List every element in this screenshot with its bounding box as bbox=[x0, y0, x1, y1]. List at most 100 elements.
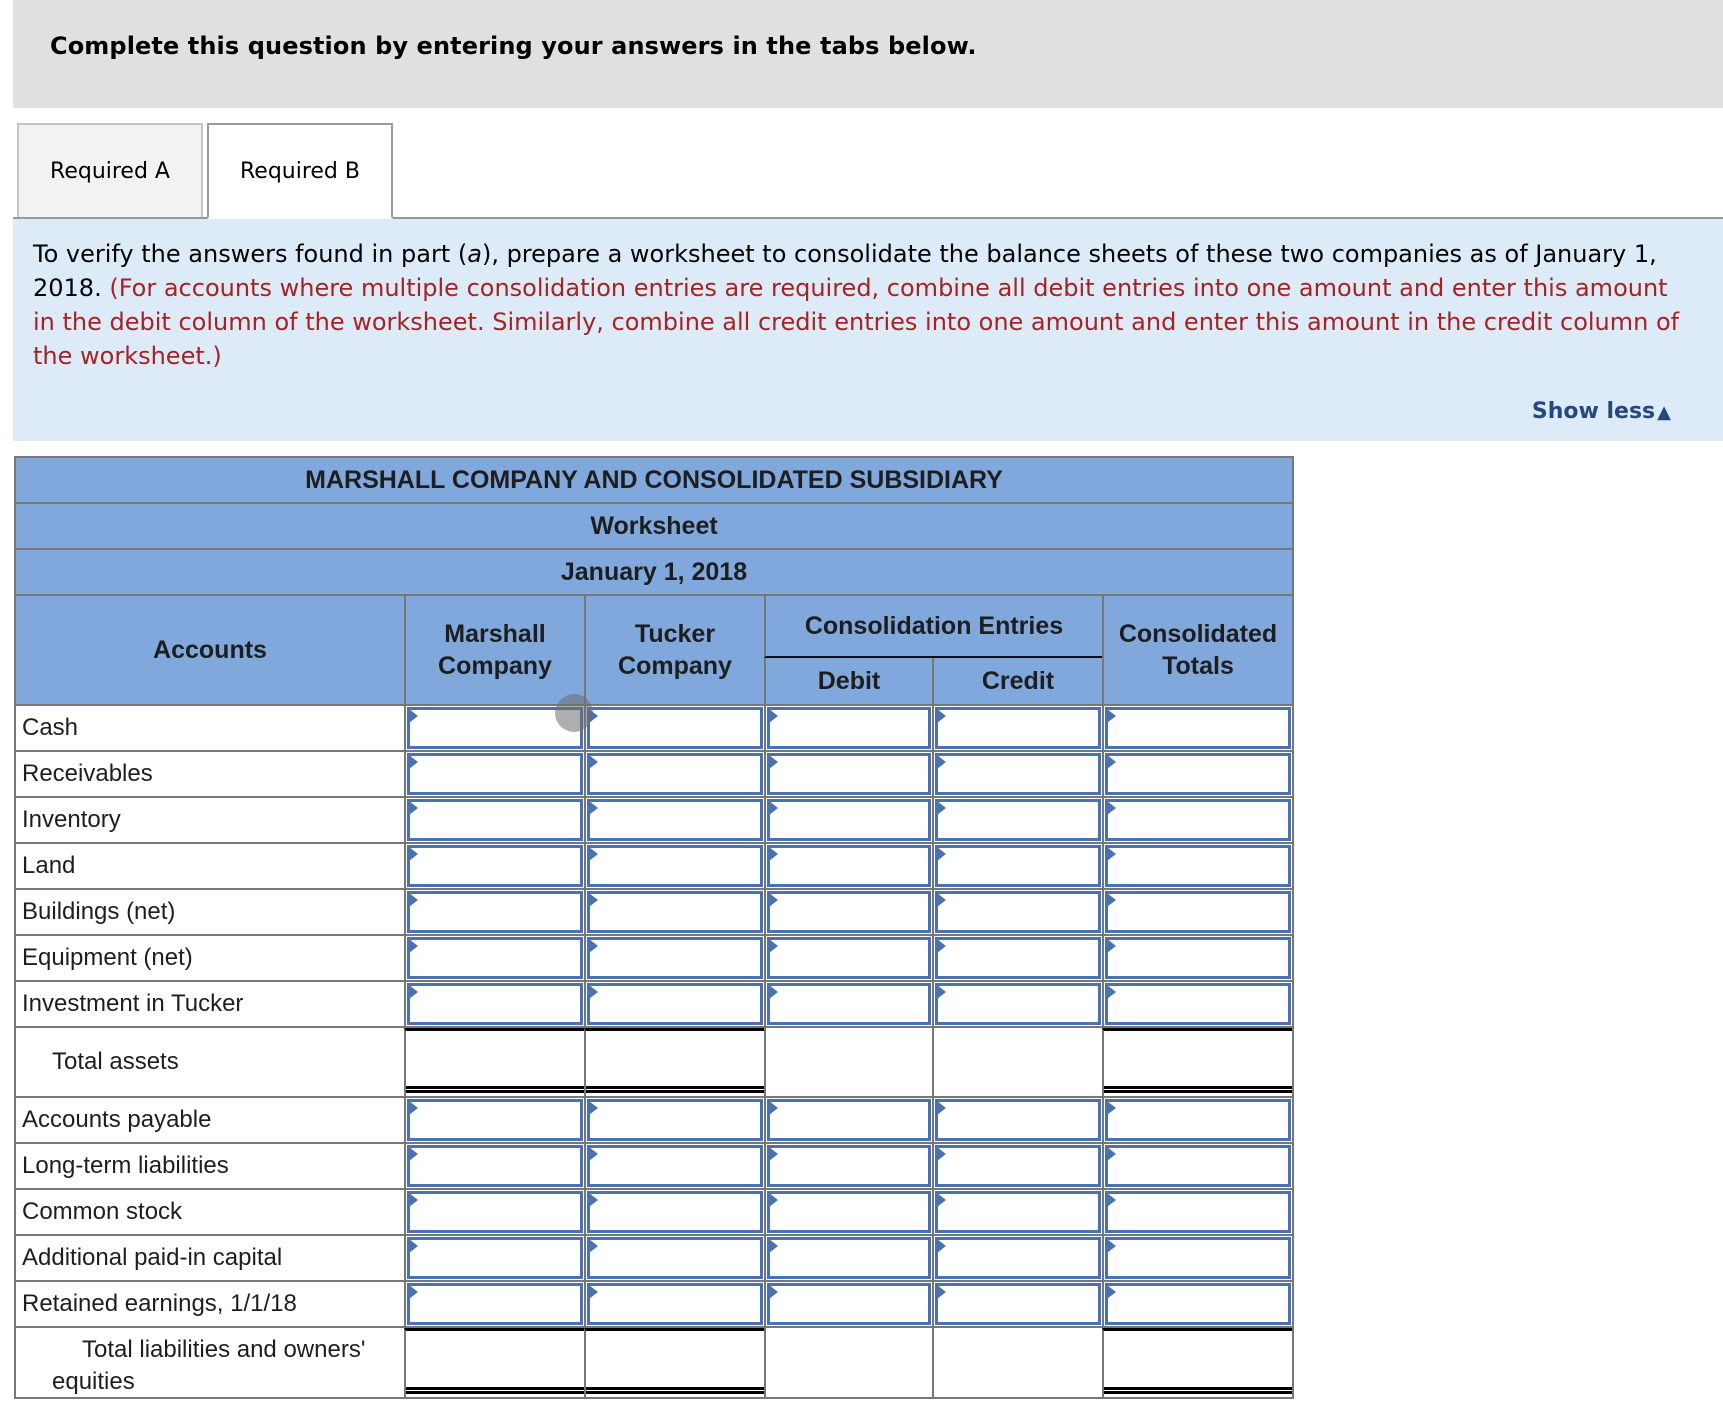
credit-cell bbox=[932, 752, 1102, 796]
table-row: Accounts payable bbox=[14, 1098, 1294, 1144]
marshall-input[interactable] bbox=[407, 1099, 583, 1141]
tucker-input[interactable] bbox=[587, 1283, 763, 1325]
debit-input[interactable] bbox=[767, 1191, 931, 1233]
tucker-input[interactable] bbox=[587, 1145, 763, 1187]
tucker-cell bbox=[584, 844, 764, 888]
marshall-input[interactable] bbox=[407, 891, 583, 933]
account-label: Receivables bbox=[22, 760, 153, 787]
tab-required-b[interactable]: Required B bbox=[207, 123, 393, 219]
tucker-input[interactable] bbox=[587, 1237, 763, 1279]
account-label: Additional paid-in capital bbox=[22, 1244, 283, 1271]
marshall-cell bbox=[404, 1282, 584, 1326]
tucker-input[interactable] bbox=[587, 983, 763, 1025]
total-assets-marshall bbox=[404, 1028, 584, 1096]
tab-required-a[interactable]: Required A bbox=[17, 123, 203, 217]
debit-input[interactable] bbox=[767, 707, 931, 749]
credit-input[interactable] bbox=[935, 753, 1101, 795]
consolidated-cell bbox=[1102, 706, 1292, 750]
table-row: Buildings (net) bbox=[14, 890, 1294, 936]
marshall-input[interactable] bbox=[407, 1145, 583, 1187]
consolidated-input[interactable] bbox=[1105, 937, 1291, 979]
account-label: Cash bbox=[22, 714, 79, 741]
total-liabilities-consolidated bbox=[1102, 1328, 1292, 1397]
header-consolidation-entries: Consolidation Entries bbox=[764, 596, 1102, 658]
account-label: Inventory bbox=[22, 806, 121, 833]
tucker-input[interactable] bbox=[587, 799, 763, 841]
account-label: Investment in Tucker bbox=[22, 990, 244, 1017]
debit-input[interactable] bbox=[767, 1237, 931, 1279]
debit-input[interactable] bbox=[767, 845, 931, 887]
consolidated-input[interactable] bbox=[1105, 799, 1291, 841]
debit-input[interactable] bbox=[767, 1099, 931, 1141]
consolidated-input[interactable] bbox=[1105, 845, 1291, 887]
marshall-cell bbox=[404, 1098, 584, 1142]
liability-rows: Accounts payable Long-term liabilities Com… bbox=[14, 1098, 1294, 1328]
credit-input[interactable] bbox=[935, 937, 1101, 979]
marshall-input[interactable] bbox=[407, 707, 583, 749]
debit-input[interactable] bbox=[767, 799, 931, 841]
consolidated-input[interactable] bbox=[1105, 1237, 1291, 1279]
tucker-input[interactable] bbox=[587, 753, 763, 795]
consolidated-input[interactable] bbox=[1105, 707, 1291, 749]
instructions-note: (For accounts where multiple consolidati… bbox=[33, 274, 1680, 370]
consolidated-input[interactable] bbox=[1105, 753, 1291, 795]
consolidated-cell bbox=[1102, 844, 1292, 888]
credit-input[interactable] bbox=[935, 1099, 1101, 1141]
debit-input[interactable] bbox=[767, 1283, 931, 1325]
marshall-cell bbox=[404, 982, 584, 1026]
credit-cell bbox=[932, 936, 1102, 980]
total-assets-row: Total assets bbox=[14, 1028, 1294, 1098]
instructions-part-letter: a bbox=[467, 240, 482, 268]
marshall-input[interactable] bbox=[407, 799, 583, 841]
consolidated-input[interactable] bbox=[1105, 891, 1291, 933]
tucker-input[interactable] bbox=[587, 937, 763, 979]
header-tucker-text: Tucker Company bbox=[618, 620, 732, 680]
credit-input[interactable] bbox=[935, 845, 1101, 887]
marshall-input[interactable] bbox=[407, 1283, 583, 1325]
consolidated-input[interactable] bbox=[1105, 983, 1291, 1025]
tucker-input[interactable] bbox=[587, 707, 763, 749]
tucker-input[interactable] bbox=[587, 891, 763, 933]
credit-input[interactable] bbox=[935, 1237, 1101, 1279]
debit-input[interactable] bbox=[767, 753, 931, 795]
credit-input[interactable] bbox=[935, 707, 1101, 749]
debit-input[interactable] bbox=[767, 983, 931, 1025]
credit-input[interactable] bbox=[935, 891, 1101, 933]
consolidated-input[interactable] bbox=[1105, 1099, 1291, 1141]
debit-cell bbox=[764, 936, 932, 980]
caret-up-icon: ▲ bbox=[1657, 402, 1671, 423]
tucker-input[interactable] bbox=[587, 1099, 763, 1141]
marshall-input[interactable] bbox=[407, 1237, 583, 1279]
debit-input[interactable] bbox=[767, 891, 931, 933]
credit-cell bbox=[932, 1236, 1102, 1280]
consolidated-input[interactable] bbox=[1105, 1283, 1291, 1325]
tucker-cell bbox=[584, 1282, 764, 1326]
debit-cell bbox=[764, 1144, 932, 1188]
total-liabilities-credit bbox=[932, 1328, 1102, 1397]
tucker-input[interactable] bbox=[587, 845, 763, 887]
credit-input[interactable] bbox=[935, 1283, 1101, 1325]
marshall-input[interactable] bbox=[407, 845, 583, 887]
credit-input[interactable] bbox=[935, 799, 1101, 841]
table-row: Long-term liabilities bbox=[14, 1144, 1294, 1190]
marshall-input[interactable] bbox=[407, 983, 583, 1025]
show-less-button[interactable]: Show less ▲ bbox=[1532, 399, 1671, 424]
consolidated-input[interactable] bbox=[1105, 1191, 1291, 1233]
credit-input[interactable] bbox=[935, 1191, 1101, 1233]
marshall-input[interactable] bbox=[407, 753, 583, 795]
marshall-input[interactable] bbox=[407, 1191, 583, 1233]
credit-input[interactable] bbox=[935, 983, 1101, 1025]
question-banner: Complete this question by entering your … bbox=[13, 0, 1723, 108]
banner-title: Complete this question by entering your … bbox=[50, 32, 977, 60]
debit-cell bbox=[764, 706, 932, 750]
consolidated-input[interactable] bbox=[1105, 1145, 1291, 1187]
marshall-input[interactable] bbox=[407, 937, 583, 979]
credit-input[interactable] bbox=[935, 1145, 1101, 1187]
consolidated-cell bbox=[1102, 1282, 1292, 1326]
table-row: Equipment (net) bbox=[14, 936, 1294, 982]
tucker-input[interactable] bbox=[587, 1191, 763, 1233]
debit-cell bbox=[764, 1236, 932, 1280]
account-label: Land bbox=[22, 852, 76, 879]
debit-input[interactable] bbox=[767, 1145, 931, 1187]
debit-input[interactable] bbox=[767, 937, 931, 979]
